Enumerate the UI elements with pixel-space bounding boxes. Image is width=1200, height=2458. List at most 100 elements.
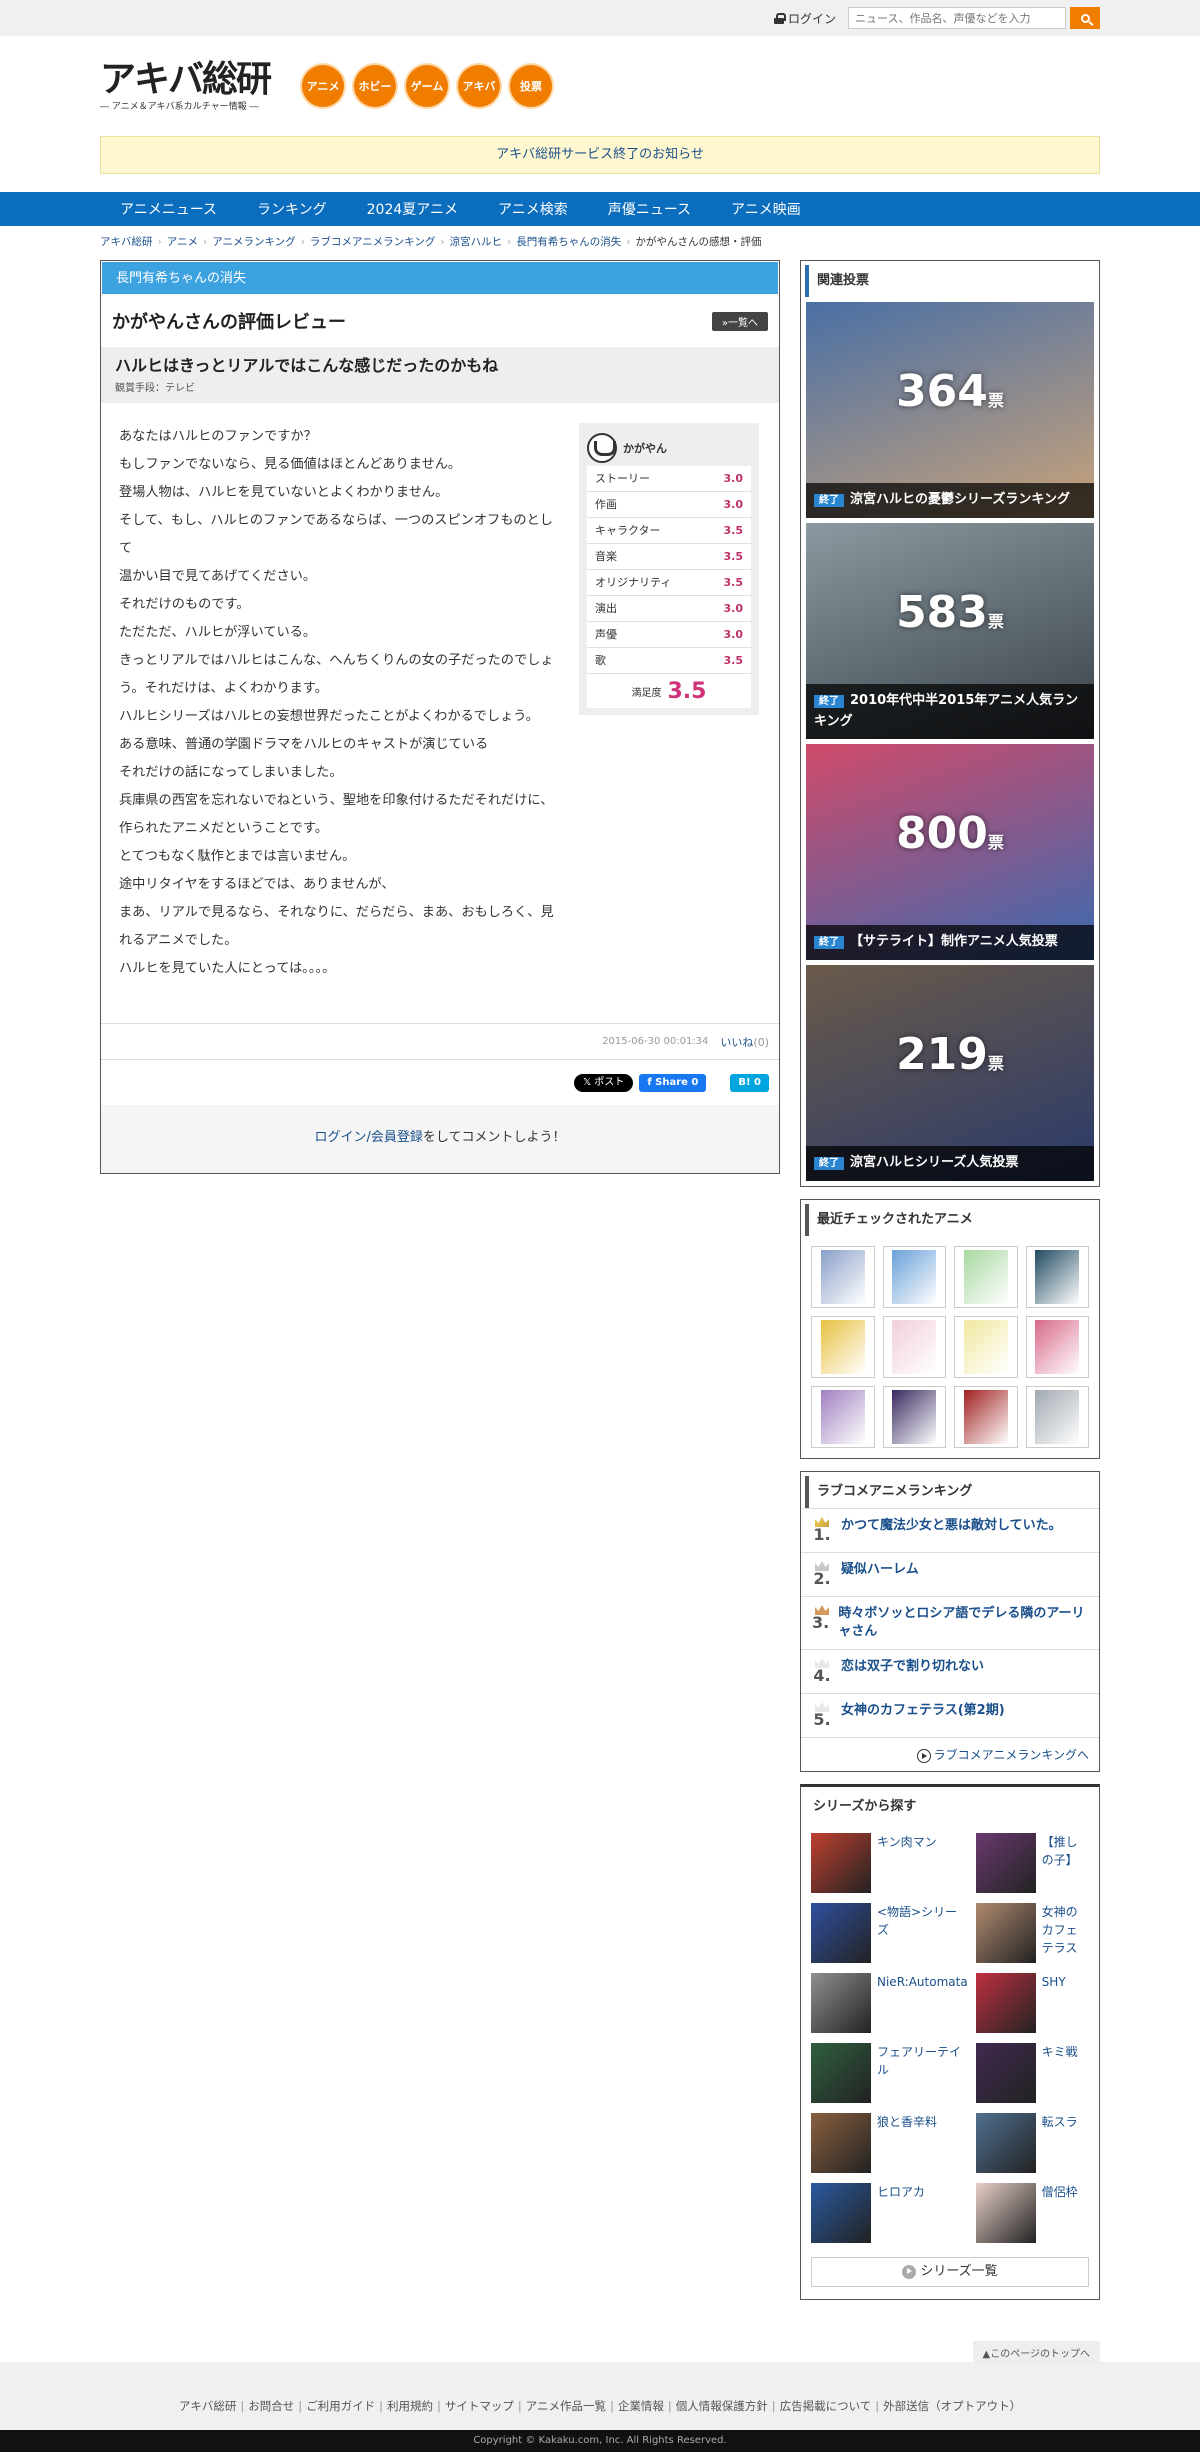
breadcrumb-item[interactable]: ラブコメアニメランキング xyxy=(310,236,435,248)
rank-crown-icon: 4. xyxy=(811,1658,833,1685)
series-item[interactable]: 狼と香辛料 xyxy=(811,2113,968,2173)
series-name[interactable]: 女神のカフェテラス xyxy=(1042,1903,1089,1963)
footer-link[interactable]: 企業情報 xyxy=(618,2399,664,2413)
vote-card[interactable]: 364票 終了 涼宮ハルヒの憂鬱シリーズランキング xyxy=(806,302,1094,518)
nav-item-3[interactable]: アニメ検索 xyxy=(478,199,588,219)
vote-card[interactable]: 800票 終了 【サテライト】制作アニメ人気投票 xyxy=(806,744,1094,960)
category-アキバ[interactable]: アキバ xyxy=(458,65,500,107)
footer-link[interactable]: 広告掲載について xyxy=(780,2399,872,2413)
series-name[interactable]: SHY xyxy=(1042,1973,1066,2033)
breadcrumb-item[interactable]: 涼宮ハルヒ xyxy=(450,236,503,248)
series-name[interactable]: 狼と香辛料 xyxy=(877,2113,937,2173)
anime-thumbnail[interactable] xyxy=(882,1246,946,1308)
anime-thumbnail[interactable] xyxy=(811,1386,875,1448)
user-avatar-icon[interactable] xyxy=(587,433,617,463)
ranking-item[interactable]: 5. 女神のカフェテラス(第2期) xyxy=(801,1693,1099,1737)
login-link[interactable]: ログイン xyxy=(773,10,836,27)
footer-link[interactable]: 外部送信（オプトアウト） xyxy=(883,2399,1021,2413)
footer-link[interactable]: アニメ作品一覧 xyxy=(526,2399,606,2413)
service-end-notice[interactable]: アキバ総研サービス終了のお知らせ xyxy=(100,136,1100,174)
anime-thumbnail[interactable] xyxy=(882,1386,946,1448)
series-image xyxy=(975,1903,1036,1963)
vote-card[interactable]: 219票 終了 涼宮ハルヒシリーズ人気投票 xyxy=(806,965,1094,1181)
breadcrumb-separator: › xyxy=(203,236,208,248)
site-logo[interactable]: アキバ総研 ― アニメ＆アキバ系カルチャー情報 ― xyxy=(100,60,282,112)
anime-thumbnail[interactable] xyxy=(811,1246,875,1308)
anime-thumbnail[interactable] xyxy=(811,1316,875,1378)
category-投票[interactable]: 投票 xyxy=(510,65,552,107)
anime-thumbnail[interactable] xyxy=(954,1386,1018,1448)
series-name[interactable]: キン肉マン xyxy=(877,1833,937,1893)
ranking-item[interactable]: 1. かつて魔法少女と悪は敵対していた。 xyxy=(801,1508,1099,1552)
breadcrumb-item[interactable]: アニメランキング xyxy=(212,236,295,248)
search-input[interactable] xyxy=(848,7,1066,29)
ranking-title[interactable]: 恋は双子で割り切れない xyxy=(841,1658,984,1676)
anime-thumbnail[interactable] xyxy=(1025,1246,1089,1308)
footer-link[interactable]: ご利用ガイド xyxy=(306,2399,375,2413)
hatena-bookmark-button[interactable]: B! 0 xyxy=(730,1073,769,1092)
vote-card[interactable]: 583票 終了 2010年代中半2015年アニメ人気ランキング xyxy=(806,523,1094,739)
footer-link[interactable]: アキバ総研 xyxy=(179,2399,237,2413)
anime-thumbnail[interactable] xyxy=(1025,1316,1089,1378)
ranking-title[interactable]: 時々ボソッとロシア語でデレる隣のアーリャさん xyxy=(838,1605,1089,1641)
series-name[interactable]: <物語>シリーズ xyxy=(877,1903,968,1963)
series-name[interactable]: 【推しの子】 xyxy=(1042,1833,1089,1893)
series-list-button[interactable]: シリーズ一覧 xyxy=(811,2257,1089,2287)
footer-link[interactable]: 個人情報保護方針 xyxy=(676,2399,768,2413)
ended-badge: 終了 xyxy=(814,1157,844,1170)
footer-link[interactable]: お問合せ xyxy=(248,2399,294,2413)
back-to-list-button[interactable]: »一覧へ xyxy=(711,311,768,331)
series-item[interactable]: 女神のカフェテラス xyxy=(975,1903,1089,1963)
x-post-button[interactable]: 𝕏 ポスト xyxy=(574,1073,634,1092)
search-button[interactable] xyxy=(1070,7,1100,29)
series-item[interactable]: フェアリーテイル xyxy=(811,2043,968,2103)
series-name[interactable]: フェアリーテイル xyxy=(877,2043,968,2103)
login-register-link[interactable]: ログイン/会員登録 xyxy=(314,1130,422,1145)
series-item[interactable]: <物語>シリーズ xyxy=(811,1903,968,1963)
category-アニメ[interactable]: アニメ xyxy=(302,65,344,107)
footer-link[interactable]: サイトマップ xyxy=(445,2399,514,2413)
series-name[interactable]: 僧侶枠 xyxy=(1042,2183,1078,2243)
related-votes-box: 関連投票 364票 終了 涼宮ハルヒの憂鬱シリーズランキング 583票 終了 2010年代… xyxy=(800,260,1100,1187)
breadcrumb-item[interactable]: アニメ xyxy=(167,236,198,248)
nav-item-4[interactable]: 声優ニュース xyxy=(588,199,711,219)
ranking-more-link[interactable]: ラブコメアニメランキングへ xyxy=(801,1737,1099,1771)
ranking-title[interactable]: 女神のカフェテラス(第2期) xyxy=(841,1702,1005,1720)
anime-thumbnail[interactable] xyxy=(1025,1386,1089,1448)
series-item[interactable]: キン肉マン xyxy=(811,1833,968,1893)
series-name[interactable]: NieR:Automata xyxy=(877,1973,968,2033)
series-item[interactable]: 僧侶枠 xyxy=(975,2183,1089,2243)
ranking-item[interactable]: 3. 時々ボソッとロシア語でデレる隣のアーリャさん xyxy=(801,1596,1099,1649)
series-item[interactable]: SHY xyxy=(975,1973,1089,2033)
ranking-item[interactable]: 4. 恋は双子で割り切れない xyxy=(801,1649,1099,1693)
breadcrumb-item[interactable]: アキバ総研 xyxy=(100,236,153,248)
nav-item-1[interactable]: ランキング xyxy=(237,199,347,219)
series-name[interactable]: キミ戦 xyxy=(1042,2043,1078,2103)
series-item[interactable]: 転スラ xyxy=(975,2113,1089,2173)
nav-item-2[interactable]: 2024夏アニメ xyxy=(347,199,478,219)
facebook-share-button[interactable]: f Share 0 xyxy=(639,1073,707,1092)
anime-thumbnail[interactable] xyxy=(954,1246,1018,1308)
nav-item-5[interactable]: アニメ映画 xyxy=(711,199,821,219)
breadcrumb-item[interactable]: 長門有希ちゃんの消失 xyxy=(516,236,621,248)
category-ゲーム[interactable]: ゲーム xyxy=(406,65,448,107)
nav-item-0[interactable]: アニメニュース xyxy=(100,199,237,219)
series-name[interactable]: ヒロアカ xyxy=(877,2183,925,2243)
ranking-title[interactable]: かつて魔法少女と悪は敵対していた。 xyxy=(841,1517,1062,1535)
footer-link[interactable]: 利用規約 xyxy=(387,2399,433,2413)
series-item[interactable]: キミ戦 xyxy=(975,2043,1089,2103)
ranking-item[interactable]: 2. 疑似ハーレム xyxy=(801,1552,1099,1596)
series-item[interactable]: ヒロアカ xyxy=(811,2183,968,2243)
category-ホビー[interactable]: ホビー xyxy=(354,65,396,107)
series-item[interactable]: NieR:Automata xyxy=(811,1973,968,2033)
user-name[interactable]: かがやん xyxy=(623,440,667,456)
series-name[interactable]: 転スラ xyxy=(1042,2113,1078,2173)
series-item[interactable]: 【推しの子】 xyxy=(975,1833,1089,1893)
ranking-title[interactable]: 疑似ハーレム xyxy=(841,1561,919,1579)
anime-title-header[interactable]: 長門有希ちゃんの消失 xyxy=(101,261,779,295)
like-button[interactable]: いいね(0) xyxy=(720,1034,769,1050)
score-label: 歌 xyxy=(595,654,606,667)
page-top-link[interactable]: ▲このページのトップへ xyxy=(972,2341,1100,2364)
anime-thumbnail[interactable] xyxy=(954,1316,1018,1378)
anime-thumbnail[interactable] xyxy=(882,1316,946,1378)
